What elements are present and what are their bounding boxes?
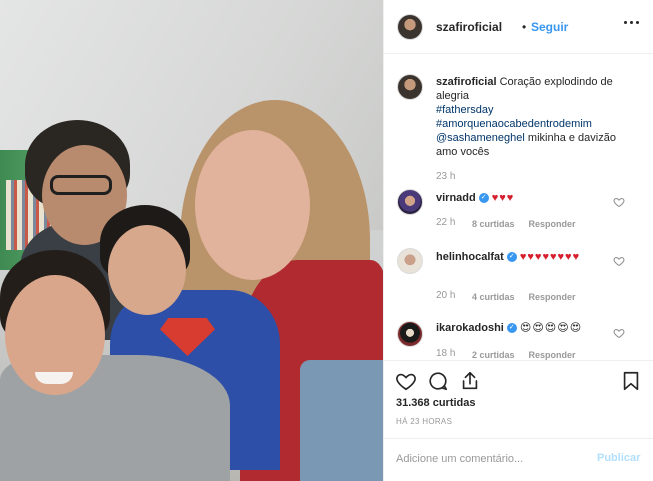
comment-meta: 2 curtidas Responder	[472, 350, 590, 360]
comment-item: virnadd ✓ ♥♥♥	[436, 191, 606, 205]
post-side-panel: szafiroficial • Seguir szafiroficial Cor…	[383, 0, 653, 481]
share-icon[interactable]	[459, 370, 481, 392]
comment-username[interactable]: helinhocalfat	[436, 251, 504, 263]
heart-icon[interactable]	[395, 370, 417, 392]
photo-boy-face	[108, 225, 186, 315]
author-avatar[interactable]	[397, 14, 423, 40]
comment-likes[interactable]: 8 curtidas	[472, 219, 515, 229]
comment-likes[interactable]: 4 curtidas	[472, 292, 515, 302]
caption-time: 23 h	[436, 171, 456, 182]
likes-count[interactable]: 31.368 curtidas	[396, 397, 476, 409]
photo-child-smile	[35, 372, 73, 384]
author-username[interactable]: szafiroficial	[436, 20, 502, 34]
comment-meta: 4 curtidas Responder	[472, 292, 590, 302]
photo-man-glasses	[50, 175, 112, 195]
comment-avatar[interactable]	[397, 321, 423, 347]
comment-text: 😍😍😍😍😍	[519, 322, 583, 334]
caption-mention[interactable]: @sashameneghel	[436, 132, 525, 144]
post-header: szafiroficial • Seguir	[384, 0, 653, 54]
comment-like-heart-icon[interactable]	[613, 255, 625, 267]
comment-avatar[interactable]	[397, 189, 423, 215]
comment-icon[interactable]	[427, 370, 449, 392]
caption: szafiroficial Coração explodindo de aleg…	[436, 75, 636, 159]
bookmark-icon[interactable]	[620, 370, 642, 392]
comment-like-heart-icon[interactable]	[613, 196, 625, 208]
comments-list[interactable]: szafiroficial Coração explodindo de aleg…	[384, 55, 653, 360]
comment-reply-button[interactable]: Responder	[529, 219, 576, 229]
post-actions: 31.368 curtidas HÁ 23 HORAS	[384, 360, 653, 438]
post-photo[interactable]	[0, 0, 383, 481]
comment-input[interactable]	[396, 449, 586, 469]
comment-like-heart-icon[interactable]	[613, 327, 625, 339]
verified-badge-icon: ✓	[506, 252, 517, 263]
comment-item: helinhocalfat ✓ ♥♥♥♥♥♥♥♥	[436, 250, 606, 264]
comment-avatar[interactable]	[397, 248, 423, 274]
comment-likes[interactable]: 2 curtidas	[472, 350, 515, 360]
comment-item: ikarokadoshi ✓ 😍😍😍😍😍	[436, 321, 606, 335]
photo-woman-face	[195, 130, 310, 280]
more-options-icon[interactable]	[624, 20, 640, 26]
comment-reply-button[interactable]: Responder	[529, 350, 576, 360]
caption-hashtag-amor[interactable]: #amorquenaocabedentrodemim	[436, 118, 592, 130]
comment-text: ♥♥♥	[491, 192, 515, 204]
follow-button[interactable]: Seguir	[531, 20, 568, 34]
caption-author[interactable]: szafiroficial	[436, 76, 497, 88]
comment-username[interactable]: virnadd	[436, 192, 476, 204]
post-timestamp: HÁ 23 HORAS	[396, 417, 453, 426]
verified-badge-icon: ✓	[506, 323, 517, 334]
comment-time: 20 h	[436, 290, 456, 301]
publish-button[interactable]: Publicar	[597, 452, 640, 464]
add-comment-bar: Publicar	[384, 438, 653, 481]
comment-time: 22 h	[436, 217, 456, 228]
comment-text: ♥♥♥♥♥♥♥♥	[519, 251, 581, 263]
photo-woman-overalls	[300, 360, 383, 481]
comment-meta: 8 curtidas Responder	[472, 219, 590, 229]
caption-hashtag-fathersday[interactable]: #fathersday	[436, 104, 493, 116]
separator-dot: •	[522, 20, 527, 34]
caption-author-avatar[interactable]	[397, 74, 423, 100]
comment-username[interactable]: ikarokadoshi	[436, 322, 504, 334]
comment-time: 18 h	[436, 348, 456, 359]
verified-badge-icon: ✓	[478, 193, 489, 204]
comment-reply-button[interactable]: Responder	[529, 292, 576, 302]
